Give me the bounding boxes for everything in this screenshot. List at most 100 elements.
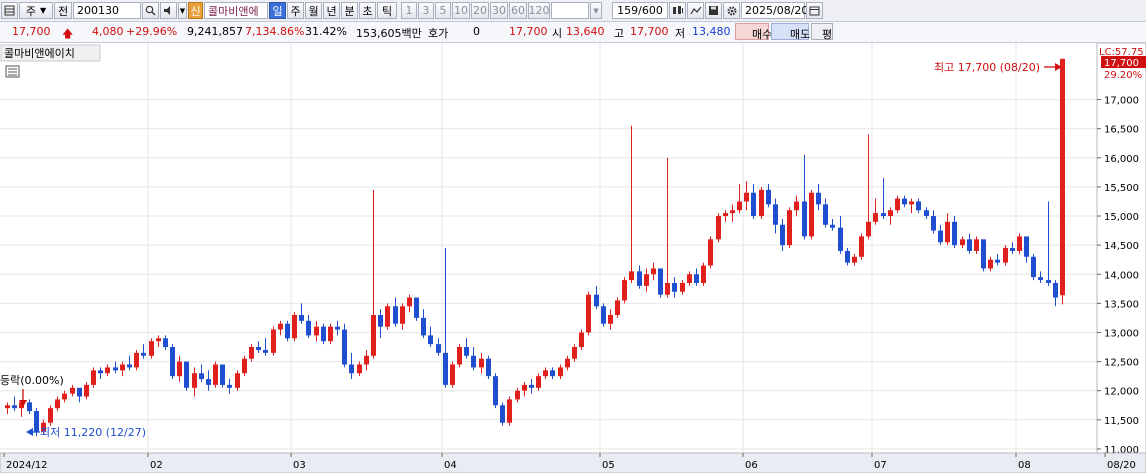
interval-30[interactable]: 30	[490, 2, 508, 19]
buy-button[interactable]: 매수	[735, 23, 772, 41]
gear-icon[interactable]	[723, 2, 740, 19]
candle-body	[536, 376, 541, 388]
grid-icon[interactable]	[1, 2, 18, 19]
toolbar: 주 ▼ 전 200130 ▼ 신 콜마비앤에 일 주 월 년 분 초 틱 1 3…	[0, 0, 1146, 22]
candle-body	[830, 224, 835, 228]
candle-body	[622, 280, 627, 301]
candle-body	[70, 387, 75, 394]
interval-60[interactable]: 60	[509, 2, 527, 19]
candle-body	[349, 364, 354, 374]
candle-body	[55, 399, 60, 409]
x-tick-label: 08/20	[1107, 460, 1136, 471]
y-tick-label: 13,000	[1104, 328, 1139, 339]
count-value: 159/600	[617, 4, 663, 17]
code-input[interactable]: 200130	[73, 2, 141, 19]
tab-label: 초	[362, 4, 373, 18]
trend-icon[interactable]	[687, 2, 704, 19]
candle-body	[393, 306, 398, 324]
code-value: 200130	[77, 4, 119, 17]
candle-body	[149, 341, 154, 356]
tab-week[interactable]: 주	[287, 2, 304, 19]
high-price: 17,700	[630, 25, 669, 38]
candle-body	[529, 384, 534, 388]
save-icon[interactable]	[705, 2, 722, 19]
open-price: 13,640	[566, 25, 605, 38]
candle-body	[852, 256, 857, 263]
candle-body	[974, 239, 979, 251]
candle-body	[651, 268, 656, 275]
candle-body	[156, 338, 161, 342]
candle-body	[464, 347, 469, 356]
low-label: 저	[675, 27, 686, 40]
sell-button[interactable]: 매도	[771, 23, 810, 41]
search-icon[interactable]	[142, 2, 159, 19]
candle-body	[515, 390, 520, 400]
price-chart[interactable]: 11,00011,50012,00012,50013,00013,50014,0…	[0, 43, 1146, 473]
avg-button[interactable]: 평	[811, 23, 833, 41]
tab-label: 주	[290, 4, 301, 18]
candle-body	[780, 224, 785, 246]
candle-body	[967, 239, 972, 251]
candle-body	[127, 364, 132, 368]
interval-10[interactable]: 10	[452, 2, 470, 19]
candle-body	[450, 364, 455, 385]
interval-label: 3	[422, 4, 430, 17]
chart-menu-icon[interactable]	[5, 65, 20, 78]
interval-1[interactable]: 1	[401, 2, 417, 19]
candle-body	[443, 352, 448, 385]
candle-body	[500, 405, 505, 423]
market-select[interactable]: 주 ▼	[19, 2, 53, 19]
interval-3[interactable]: 3	[418, 2, 434, 19]
candle-body	[773, 204, 778, 225]
interval-label: 1	[405, 4, 413, 17]
date-input[interactable]: 2025/08/20	[741, 2, 808, 19]
tab-year[interactable]: 년	[323, 2, 340, 19]
candle-body	[105, 367, 110, 374]
count-field[interactable]: 159/600	[612, 2, 668, 19]
candle-body	[881, 213, 886, 217]
tab-day[interactable]: 일	[269, 2, 286, 19]
tab-tick[interactable]: 틱	[377, 2, 397, 19]
compare-icon[interactable]	[669, 2, 686, 19]
candle-body	[271, 329, 276, 353]
candle-body	[931, 216, 936, 231]
candle-body	[184, 361, 189, 388]
candle-body	[572, 347, 577, 359]
tab-month[interactable]: 월	[305, 2, 322, 19]
interval-label: 5	[439, 4, 447, 17]
tab-second[interactable]: 초	[359, 2, 376, 19]
last-price-label: 17,700	[1104, 58, 1139, 69]
interval-120[interactable]: 120	[528, 2, 550, 19]
chevron-down-icon[interactable]: ▼	[178, 2, 187, 19]
chart-title: 콜마비앤에이치	[4, 47, 75, 60]
candle-body	[759, 189, 764, 217]
candle-body	[816, 192, 821, 205]
candle-body	[206, 379, 211, 385]
candle-body	[1024, 236, 1029, 257]
x-tick-label: 08	[1018, 460, 1031, 471]
interval-20[interactable]: 20	[471, 2, 489, 19]
candle-body	[48, 408, 53, 423]
prefix-button[interactable]: 전	[54, 2, 72, 19]
calendar-icon[interactable]	[806, 2, 823, 19]
tab-minute[interactable]: 분	[341, 2, 358, 19]
candle-body	[794, 201, 799, 211]
candle-body	[1053, 282, 1058, 298]
high-annotation: 최고 17,700 (08/20)	[934, 61, 1040, 74]
candle-body	[457, 347, 462, 365]
candle-body	[385, 306, 390, 327]
open-label: 시	[552, 27, 563, 40]
candle-body	[414, 297, 419, 318]
candle-body	[256, 347, 261, 350]
custom-interval-input[interactable]	[551, 2, 589, 19]
chevron-down-icon[interactable]: ▼	[590, 2, 602, 19]
speaker-icon[interactable]	[160, 2, 177, 19]
candle-body	[421, 317, 426, 336]
price-change: 4,080	[92, 25, 124, 38]
interval-5[interactable]: 5	[435, 2, 451, 19]
x-tick-label: 03	[293, 460, 306, 471]
candle-body	[723, 213, 728, 217]
candle-body	[34, 411, 39, 432]
stock-name-field[interactable]: 콜마비앤에	[204, 2, 268, 19]
market-label: 주	[25, 4, 36, 18]
